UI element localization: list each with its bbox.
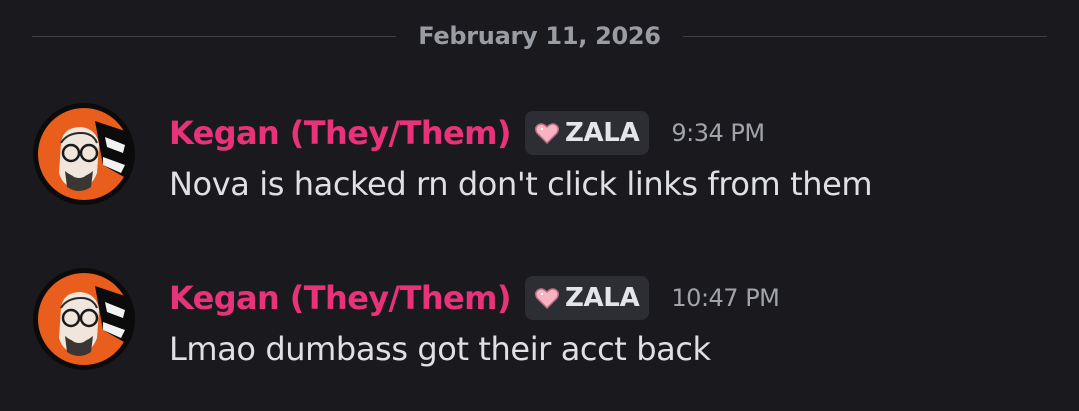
chat-log: February 11, 2026 Kegan (They/Them) ZALA… xyxy=(0,0,1079,411)
message-header: Kegan (They/Them) ZALA 9:34 PM xyxy=(169,109,765,157)
guild-tag-label: ZALA xyxy=(564,283,640,313)
message-header: Kegan (They/Them) ZALA 10:47 PM xyxy=(169,274,780,322)
date-divider-label: February 11, 2026 xyxy=(418,22,661,50)
divider-line-right xyxy=(682,35,1047,37)
avatar[interactable] xyxy=(33,268,135,370)
message[interactable]: Kegan (They/Them) ZALA 10:47 PM Lmao dum… xyxy=(33,268,1033,378)
date-divider: February 11, 2026 xyxy=(32,18,1047,54)
username[interactable]: Kegan (They/Them) xyxy=(169,114,512,152)
guild-tag-label: ZALA xyxy=(564,118,640,148)
heart-icon xyxy=(534,122,559,144)
avatar[interactable] xyxy=(33,103,135,205)
guild-tag[interactable]: ZALA xyxy=(524,276,650,320)
guild-tag[interactable]: ZALA xyxy=(524,111,650,155)
message-content: Nova is hacked rn don't click links from… xyxy=(169,165,873,203)
message-content: Lmao dumbass got their acct back xyxy=(169,330,711,368)
message[interactable]: Kegan (They/Them) ZALA 9:34 PM Nova is h… xyxy=(33,103,1033,213)
divider-line-left xyxy=(32,35,397,37)
heart-icon xyxy=(534,287,559,309)
username[interactable]: Kegan (They/Them) xyxy=(169,279,512,317)
timestamp[interactable]: 10:47 PM xyxy=(671,284,779,312)
timestamp[interactable]: 9:34 PM xyxy=(671,119,765,147)
